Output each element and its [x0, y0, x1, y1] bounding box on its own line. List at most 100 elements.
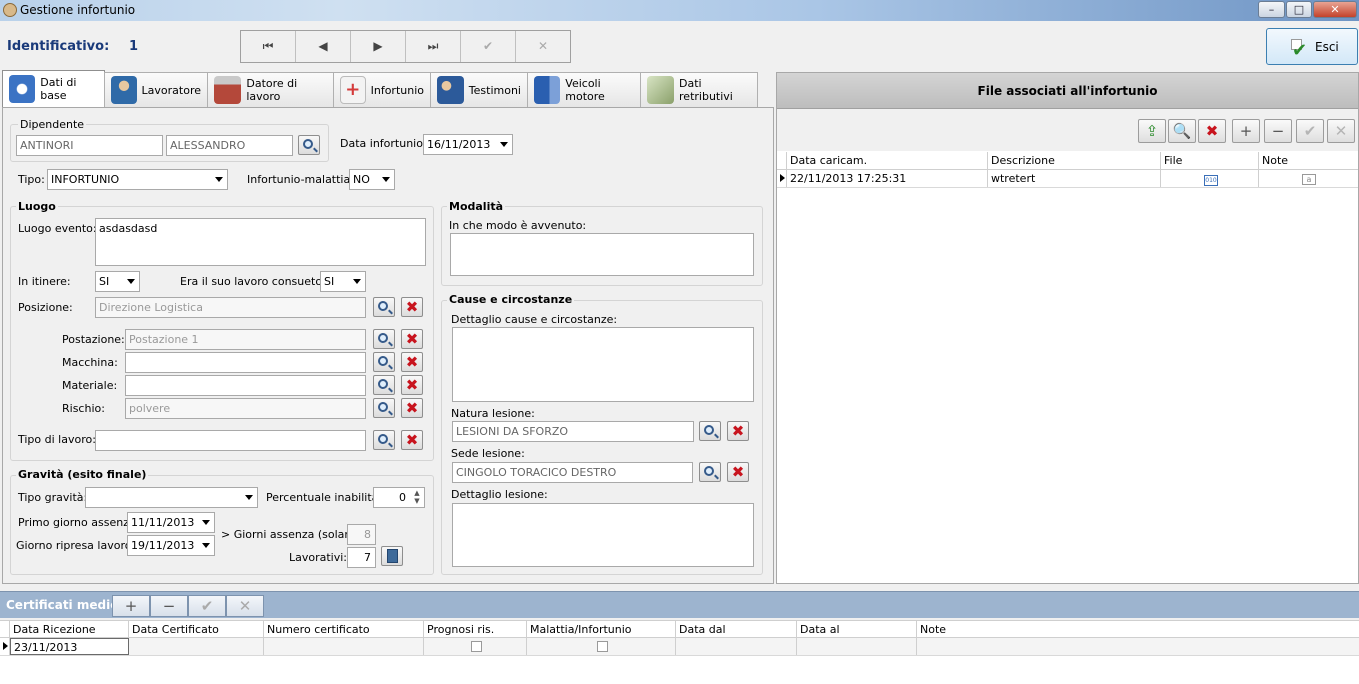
- infortunio-malattia-select[interactable]: NO: [349, 169, 395, 190]
- title-bar: Gestione infortunio – □ ✕: [0, 0, 1359, 21]
- last-record-button[interactable]: ⏭: [406, 31, 461, 62]
- malattia-infortunio-checkbox[interactable]: [597, 641, 608, 652]
- tipo-gravita-select[interactable]: [85, 487, 258, 508]
- materiale-field[interactable]: [125, 375, 366, 396]
- cell-note[interactable]: a: [1259, 170, 1356, 187]
- search-macchina-button[interactable]: [373, 352, 395, 372]
- column-header[interactable]: Data al: [797, 621, 917, 637]
- prognosi-checkbox[interactable]: [471, 641, 482, 652]
- upload-file-button[interactable]: ⇪: [1138, 119, 1166, 143]
- lavorativi-field[interactable]: 7: [347, 547, 376, 568]
- dettaglio-lesione-textarea[interactable]: [452, 503, 754, 567]
- macchina-field[interactable]: [125, 352, 366, 373]
- cell-prognosi[interactable]: [424, 638, 527, 655]
- cancel-certificato-button[interactable]: ✕: [226, 595, 264, 617]
- cell-data-certificato[interactable]: [129, 638, 264, 655]
- clear-postazione-button[interactable]: ✖: [401, 329, 423, 349]
- natura-lesione-field[interactable]: LESIONI DA SFORZO: [452, 421, 694, 442]
- calculator-button[interactable]: [381, 546, 403, 566]
- search-tipo-lavoro-button[interactable]: [373, 430, 395, 450]
- cell-data-dal[interactable]: [676, 638, 797, 655]
- nome-field[interactable]: ALESSANDRO: [166, 135, 293, 156]
- prev-record-button[interactable]: ◀: [296, 31, 351, 62]
- view-file-button[interactable]: 🔍: [1168, 119, 1196, 143]
- posizione-field[interactable]: Direzione Logistica: [95, 297, 366, 318]
- cell-data-al[interactable]: [797, 638, 917, 655]
- column-header[interactable]: Data caricam.: [787, 152, 988, 169]
- rischio-field[interactable]: polvere: [125, 398, 366, 419]
- cognome-field[interactable]: ANTINORI: [16, 135, 163, 156]
- add-certificato-button[interactable]: +: [112, 595, 150, 617]
- cell-numero-certificato[interactable]: [264, 638, 424, 655]
- luogo-evento-textarea[interactable]: asdasdasd: [95, 218, 426, 266]
- tab-lavoratore[interactable]: Lavoratore: [104, 72, 208, 107]
- tab-testimoni[interactable]: Testimoni: [430, 72, 528, 107]
- remove-record-button[interactable]: −: [1264, 119, 1292, 143]
- column-header[interactable]: Malattia/Infortunio: [527, 621, 676, 637]
- search-materiale-button[interactable]: [373, 375, 395, 395]
- search-rischio-button[interactable]: [373, 398, 395, 418]
- modo-textarea[interactable]: [450, 233, 754, 276]
- remove-certificato-button[interactable]: −: [150, 595, 188, 617]
- tab-datore-di-lavoro[interactable]: Datore di lavoro: [207, 72, 334, 107]
- cell-file[interactable]: 010: [1161, 170, 1259, 187]
- confirm-certificato-button[interactable]: ✔: [188, 595, 226, 617]
- tipo-lavoro-field[interactable]: [95, 430, 366, 451]
- table-row[interactable]: 22/11/2013 17:25:31 wtretert 010 a: [777, 170, 1358, 188]
- exit-button[interactable]: ✔ Esci: [1266, 28, 1358, 65]
- postazione-label: Postazione:: [62, 333, 125, 346]
- percentuale-spinner[interactable]: ▲ ▼: [411, 489, 423, 506]
- clear-sede-button[interactable]: ✖: [727, 462, 749, 482]
- maximize-button[interactable]: □: [1286, 1, 1312, 18]
- search-natura-button[interactable]: [699, 421, 721, 441]
- column-header[interactable]: Prognosi ris.: [424, 621, 527, 637]
- column-header[interactable]: Data dal: [676, 621, 797, 637]
- cancel-file-button[interactable]: ✕: [1327, 119, 1355, 143]
- cell-data[interactable]: 22/11/2013 17:25:31: [787, 170, 988, 187]
- postazione-field[interactable]: Postazione 1: [125, 329, 366, 350]
- cancel-record-button[interactable]: ✕: [516, 31, 570, 62]
- search-posizione-button[interactable]: [373, 297, 395, 317]
- next-record-button[interactable]: ▶: [351, 31, 406, 62]
- clear-posizione-button[interactable]: ✖: [401, 297, 423, 317]
- column-header[interactable]: File: [1161, 152, 1259, 169]
- dettaglio-cause-textarea[interactable]: [452, 327, 754, 402]
- clear-rischio-button[interactable]: ✖: [401, 398, 423, 418]
- delete-file-button[interactable]: ✖: [1198, 119, 1226, 143]
- ripresa-field[interactable]: 19/11/2013: [127, 535, 215, 556]
- itinere-select[interactable]: SI: [95, 271, 140, 292]
- column-header[interactable]: Note: [1259, 152, 1356, 169]
- cell-malattia-infortunio[interactable]: [527, 638, 676, 655]
- column-header[interactable]: Data Ricezione: [10, 621, 129, 637]
- cell-data-ricezione[interactable]: 23/11/2013: [10, 638, 129, 655]
- clear-macchina-button[interactable]: ✖: [401, 352, 423, 372]
- tab-dati-retributivi[interactable]: Dati retributivi: [640, 72, 758, 107]
- data-infortunio-field[interactable]: 16/11/2013: [423, 134, 513, 155]
- add-record-button[interactable]: +: [1232, 119, 1260, 143]
- tab-infortunio[interactable]: + Infortunio: [333, 72, 431, 107]
- column-header[interactable]: Note: [917, 621, 1359, 637]
- search-dipendente-button[interactable]: [298, 135, 320, 155]
- table-row[interactable]: 23/11/2013: [0, 638, 1359, 656]
- clear-natura-button[interactable]: ✖: [727, 421, 749, 441]
- column-header[interactable]: Descrizione: [988, 152, 1161, 169]
- lavoro-consueto-select[interactable]: SI: [320, 271, 366, 292]
- tipo-select[interactable]: INFORTUNIO: [47, 169, 228, 190]
- close-window-button[interactable]: ✕: [1313, 1, 1357, 18]
- primo-giorno-field[interactable]: 11/11/2013: [127, 512, 215, 533]
- column-header[interactable]: Numero certificato: [264, 621, 424, 637]
- sede-lesione-field[interactable]: CINGOLO TORACICO DESTRO: [452, 462, 693, 483]
- first-record-button[interactable]: ⏮: [241, 31, 296, 62]
- cell-note[interactable]: [917, 638, 1359, 655]
- confirm-record-button[interactable]: ✔: [461, 31, 516, 62]
- search-sede-button[interactable]: [699, 462, 721, 482]
- confirm-file-button[interactable]: ✔: [1296, 119, 1324, 143]
- minimize-button[interactable]: –: [1258, 1, 1285, 18]
- search-postazione-button[interactable]: [373, 329, 395, 349]
- clear-tipo-lavoro-button[interactable]: ✖: [401, 430, 423, 450]
- tab-veicoli-motore[interactable]: Veicoli motore: [527, 72, 641, 107]
- column-header[interactable]: Data Certificato: [129, 621, 264, 637]
- cell-descrizione[interactable]: wtretert: [988, 170, 1161, 187]
- clear-materiale-button[interactable]: ✖: [401, 375, 423, 395]
- tab-dati-di-base[interactable]: Dati di base: [2, 70, 105, 107]
